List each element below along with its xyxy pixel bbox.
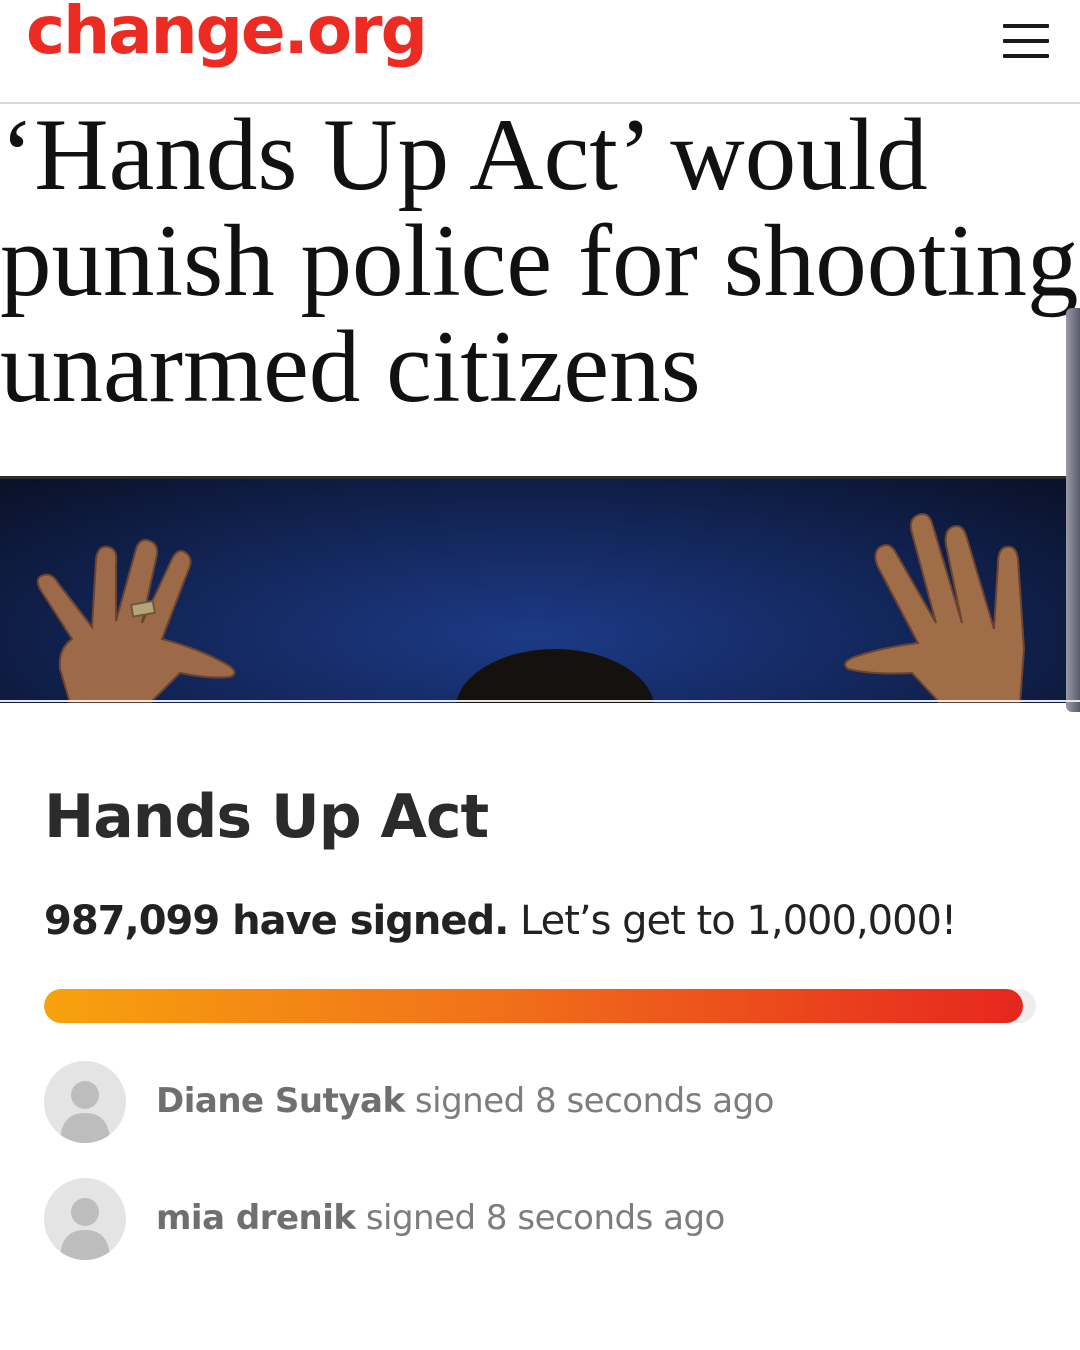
progress-fill xyxy=(44,989,1024,1023)
signer-name: mia drenik xyxy=(156,1198,356,1238)
avatar-placeholder-icon xyxy=(44,1061,126,1143)
change-org-logo[interactable]: change.org xyxy=(26,0,428,69)
content-divider xyxy=(0,700,1080,702)
left-hand xyxy=(36,539,236,703)
signer-action: signed xyxy=(414,1081,525,1121)
article-headline: ‘Hands Up Act’ would punish police for s… xyxy=(0,102,1080,420)
goal-text: Let’s get to 1,000,000! xyxy=(520,898,957,944)
headline-line: ‘Hands Up Act’ would xyxy=(0,102,928,212)
right-hand xyxy=(844,513,1026,703)
hands-up-illustration xyxy=(36,513,1026,703)
hands-up-photo xyxy=(0,476,1066,703)
petition-title: Hands Up Act xyxy=(44,782,489,852)
recent-signer-row: Diane Sutyak signed 8 seconds ago xyxy=(44,1061,1044,1145)
headline-line: unarmed citizens xyxy=(0,310,701,420)
signature-count: 987,099 have signed. Let’s get to 1,000,… xyxy=(44,898,957,944)
signed-count-text: 987,099 have signed. xyxy=(44,898,509,944)
signer-time: 8 seconds ago xyxy=(485,1198,725,1238)
head-silhouette xyxy=(455,649,655,703)
recent-signer-row: mia drenik signed 8 seconds ago xyxy=(44,1178,1044,1262)
signer-name: Diane Sutyak xyxy=(156,1081,405,1121)
headline-line: punish police for shooting xyxy=(0,204,1079,318)
hamburger-menu-icon[interactable] xyxy=(1003,22,1053,60)
signature-progress-bar xyxy=(44,989,1036,1023)
signer-action: signed xyxy=(365,1198,476,1238)
signer-text: mia drenik signed 8 seconds ago xyxy=(156,1198,725,1238)
avatar-placeholder-icon xyxy=(44,1178,126,1260)
signer-text: Diane Sutyak signed 8 seconds ago xyxy=(156,1081,774,1121)
signer-time: 8 seconds ago xyxy=(535,1081,774,1121)
site-header: change.org xyxy=(0,0,1080,104)
page-edge-shadow xyxy=(1066,308,1080,712)
